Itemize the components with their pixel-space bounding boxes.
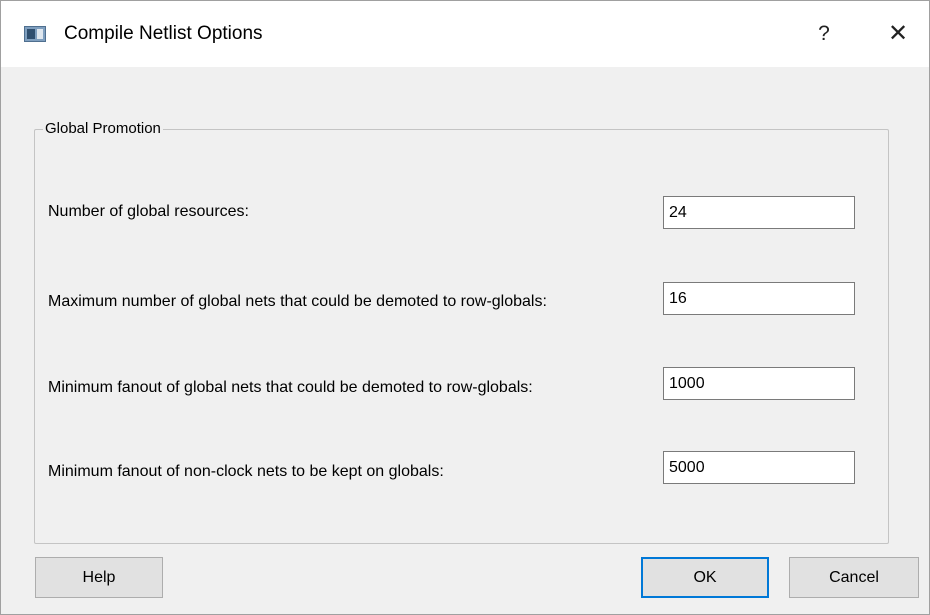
min-fanout-nonclock-input[interactable] <box>663 451 855 484</box>
close-icon[interactable]: ✕ <box>875 17 921 51</box>
compile-netlist-options-dialog: Compile Netlist Options ? ✕ Global Promo… <box>0 0 930 615</box>
max-demoted-nets-label: Maximum number of global nets that could… <box>48 293 547 310</box>
help-button[interactable]: Help <box>35 557 163 598</box>
group-title: Global Promotion <box>43 120 163 137</box>
min-fanout-demoted-label: Minimum fanout of global nets that could… <box>48 379 533 396</box>
app-icon <box>24 26 46 42</box>
min-fanout-nonclock-label: Minimum fanout of non-clock nets to be k… <box>48 463 444 480</box>
global-resources-label: Number of global resources: <box>48 203 249 220</box>
cancel-button[interactable]: Cancel <box>789 557 919 598</box>
max-demoted-nets-input[interactable] <box>663 282 855 315</box>
dialog-body: Global Promotion Number of global resour… <box>1 67 929 614</box>
global-promotion-group: Global Promotion Number of global resour… <box>34 120 889 544</box>
global-resources-input[interactable] <box>663 196 855 229</box>
title-bar: Compile Netlist Options ? ✕ <box>1 1 929 67</box>
ok-button[interactable]: OK <box>641 557 769 598</box>
help-icon[interactable]: ? <box>801 17 847 51</box>
min-fanout-demoted-input[interactable] <box>663 367 855 400</box>
window-title: Compile Netlist Options <box>64 23 263 44</box>
